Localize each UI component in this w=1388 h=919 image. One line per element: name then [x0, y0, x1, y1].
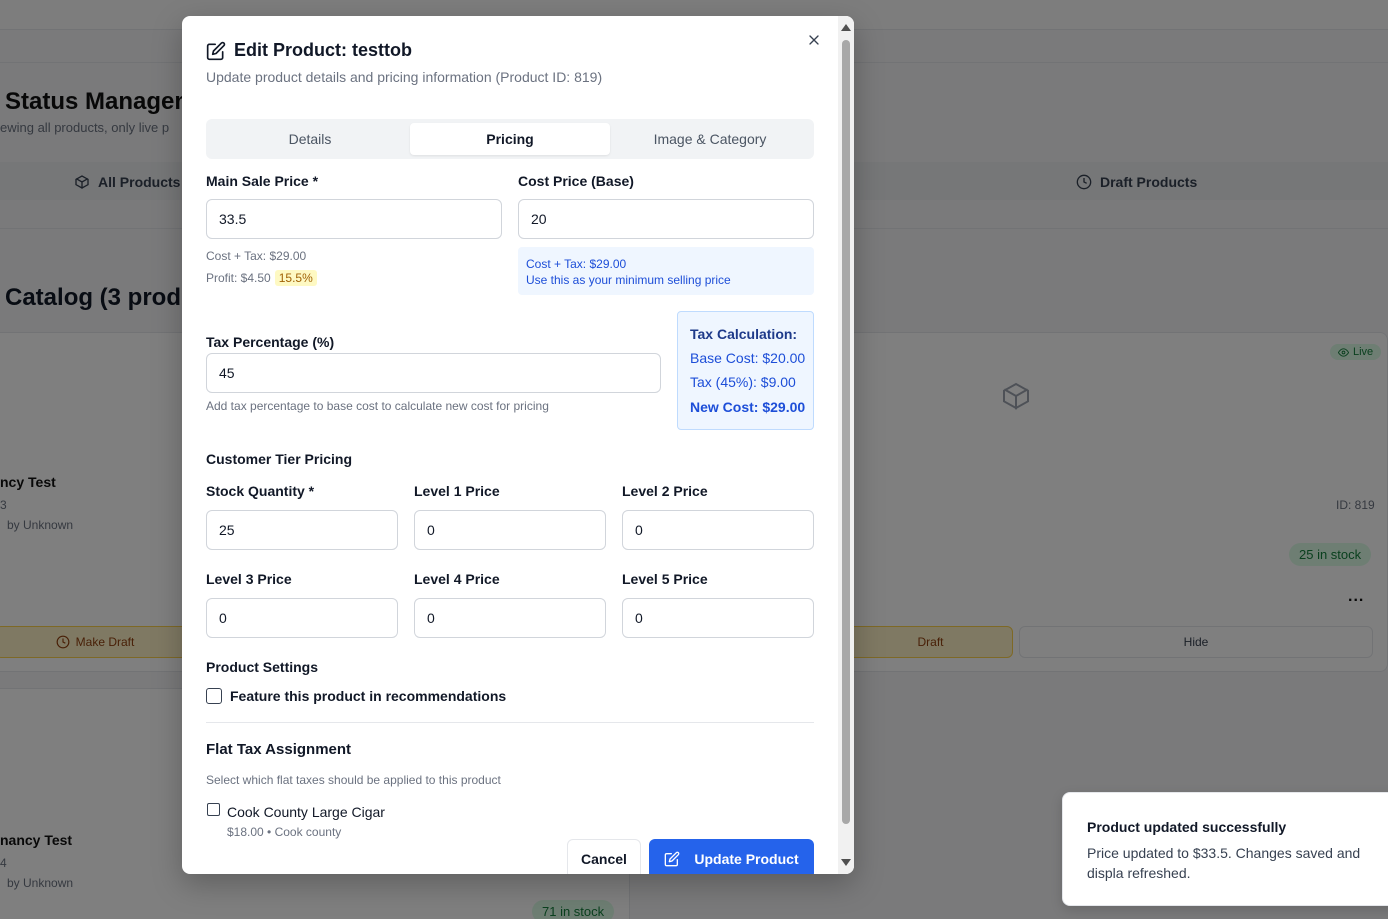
scroll-thumb[interactable]: [842, 40, 850, 824]
tab-pricing[interactable]: Pricing: [410, 123, 610, 155]
dialog-title-text: Edit Product: testtob: [234, 40, 412, 60]
cancel-button[interactable]: Cancel: [567, 839, 641, 874]
scroll-down-arrow-icon[interactable]: [841, 859, 851, 866]
edit-icon: [665, 851, 680, 867]
profit-percent-badge: 15.5%: [274, 270, 317, 286]
tax-calc-title: Tax Calculation:: [690, 326, 798, 342]
toast-body: Price updated to $33.5. Changes saved an…: [1087, 845, 1361, 881]
cost-price-input[interactable]: [518, 199, 814, 239]
edit-icon: [206, 41, 226, 60]
success-toast: Product updated successfully Price updat…: [1062, 792, 1388, 906]
cost-info-box: Cost + Tax: $29.00 Use this as your mini…: [518, 247, 814, 295]
flat-tax-checkbox[interactable]: [207, 803, 220, 816]
tax-calculation-box: Tax Calculation: Base Cost: $20.00 Tax (…: [677, 311, 814, 430]
cost-info-line2: Use this as your minimum selling price: [526, 273, 731, 287]
tax-percentage-input[interactable]: [206, 353, 661, 393]
tax-calc-tax: Tax (45%): $9.00: [690, 374, 796, 390]
flat-tax-item-name[interactable]: Cook County Large Cigar: [227, 804, 385, 820]
tab-details[interactable]: Details: [210, 123, 410, 155]
toast-title: Product updated successfully: [1087, 819, 1287, 835]
cost-info-line1: Cost + Tax: $29.00: [526, 257, 627, 271]
tax-percentage-label: Tax Percentage (%): [206, 334, 335, 350]
level1-price-input[interactable]: [414, 510, 606, 550]
feature-checkbox[interactable]: [206, 688, 222, 704]
main-sale-price-label: Main Sale Price *: [206, 173, 319, 189]
update-product-label: Update Product: [694, 851, 799, 867]
dialog-title: Edit Product: testtob: [206, 40, 412, 61]
profit-hint: Profit: $4.50 15.5%: [206, 270, 317, 286]
level5-price-input[interactable]: [622, 598, 814, 638]
flat-tax-title: Flat Tax Assignment: [206, 741, 352, 758]
level5-price-label: Level 5 Price: [622, 571, 708, 587]
product-settings-title: Product Settings: [206, 659, 319, 675]
tier-pricing-title: Customer Tier Pricing: [206, 451, 353, 467]
dialog-scrollbar[interactable]: [838, 16, 854, 874]
tab-image-category[interactable]: Image & Category: [610, 123, 810, 155]
dialog-tabs: Details Pricing Image & Category: [206, 119, 814, 159]
cost-price-label: Cost Price (Base): [518, 173, 634, 189]
flat-tax-item-detail: $18.00 • Cook county: [227, 825, 342, 839]
section-divider: [206, 722, 814, 723]
flat-tax-hint: Select which flat taxes should be applie…: [206, 773, 501, 787]
level1-price-label: Level 1 Price: [414, 483, 500, 499]
profit-value: Profit: $4.50: [206, 271, 271, 285]
level2-price-input[interactable]: [622, 510, 814, 550]
level3-price-label: Level 3 Price: [206, 571, 292, 587]
level4-price-label: Level 4 Price: [414, 571, 500, 587]
level2-price-label: Level 2 Price: [622, 483, 708, 499]
stock-quantity-input[interactable]: [206, 510, 398, 550]
edit-product-dialog: Edit Product: testtob Update product det…: [182, 16, 854, 874]
feature-checkbox-label[interactable]: Feature this product in recommendations: [230, 688, 506, 704]
cost-tax-hint: Cost + Tax: $29.00: [206, 249, 307, 263]
level3-price-input[interactable]: [206, 598, 398, 638]
scroll-up-arrow-icon[interactable]: [841, 24, 851, 31]
main-sale-price-input[interactable]: [206, 199, 502, 239]
tax-calc-base: Base Cost: $20.00: [690, 350, 806, 366]
dialog-description: Update product details and pricing infor…: [206, 69, 603, 85]
stock-quantity-label: Stock Quantity *: [206, 483, 315, 499]
close-icon[interactable]: [806, 32, 822, 48]
tax-percentage-hint: Add tax percentage to base cost to calcu…: [206, 399, 549, 413]
level4-price-input[interactable]: [414, 598, 606, 638]
tax-calc-new-cost: New Cost: $29.00: [690, 399, 806, 415]
update-product-button[interactable]: Update Product: [649, 839, 814, 874]
dialog-content: Edit Product: testtob Update product det…: [182, 16, 838, 874]
